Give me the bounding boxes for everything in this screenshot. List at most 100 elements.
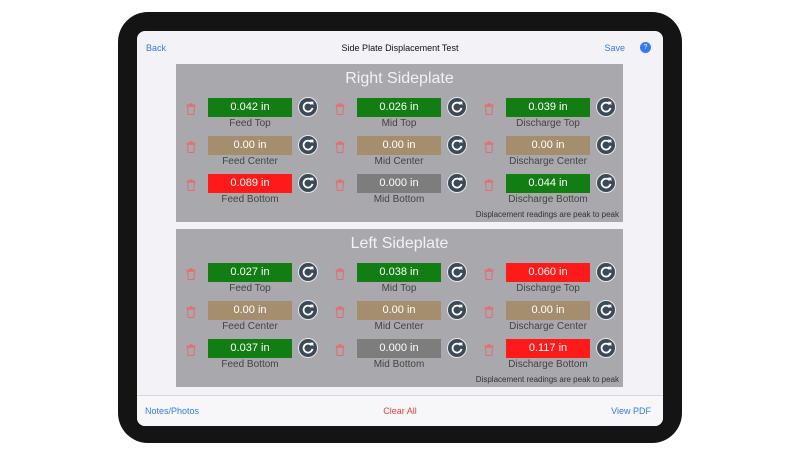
trash-icon[interactable] (335, 306, 345, 318)
reading-label: Discharge Center (509, 321, 587, 332)
refresh-icon[interactable] (447, 262, 467, 282)
trash-icon[interactable] (484, 306, 494, 318)
reading-value[interactable]: 0.089 in (208, 174, 292, 193)
reading-cell-right-feed-top: 0.042 in Feed Top (186, 97, 326, 134)
peak-note: Displacement readings are peak to peak (475, 375, 619, 384)
trash-icon[interactable] (186, 103, 196, 115)
reading-value[interactable]: 0.039 in (506, 98, 590, 117)
trash-icon[interactable] (484, 268, 494, 280)
page-title: Side Plate Displacement Test (341, 43, 459, 53)
right-sideplate-panel: Right Sideplate 0.042 in Feed Top 0.026 … (176, 64, 623, 222)
refresh-icon[interactable] (447, 300, 467, 320)
trash-icon[interactable] (335, 268, 345, 280)
navigation-bar: Back Side Plate Displacement Test Save ? (137, 31, 663, 65)
reading-cell-left-discharge-top: 0.060 in Discharge Top (484, 262, 624, 299)
trash-icon[interactable] (186, 268, 196, 280)
reading-value[interactable]: 0.00 in (357, 301, 441, 320)
trash-icon[interactable] (484, 179, 494, 191)
trash-icon[interactable] (335, 179, 345, 191)
right-sideplate-title: Right Sideplate (345, 70, 454, 87)
refresh-icon[interactable] (447, 97, 467, 117)
reading-label: Mid Top (381, 283, 417, 294)
trash-icon[interactable] (335, 103, 345, 115)
trash-icon[interactable] (186, 179, 196, 191)
reading-label: Discharge Center (509, 156, 587, 167)
reading-value[interactable]: 0.00 in (506, 301, 590, 320)
refresh-icon[interactable] (447, 135, 467, 155)
reading-cell-left-discharge-bottom: 0.117 in Discharge Bottom (484, 338, 624, 375)
reading-cell-right-feed-center: 0.00 in Feed Center (186, 135, 326, 172)
left-sideplate-title: Left Sideplate (350, 235, 449, 252)
refresh-icon[interactable] (298, 173, 318, 193)
refresh-icon[interactable] (298, 135, 318, 155)
reading-label: Discharge Bottom (508, 194, 588, 205)
save-button[interactable]: Save (604, 43, 625, 53)
reading-label: Feed Bottom (221, 194, 279, 205)
refresh-icon[interactable] (298, 300, 318, 320)
reading-cell-right-feed-bottom: 0.089 in Feed Bottom (186, 173, 326, 210)
refresh-icon[interactable] (596, 300, 616, 320)
reading-label: Feed Center (222, 321, 278, 332)
reading-cell-left-feed-top: 0.027 in Feed Top (186, 262, 326, 299)
reading-label: Mid Top (381, 118, 417, 129)
trash-icon[interactable] (186, 306, 196, 318)
reading-cell-left-mid-top: 0.038 in Mid Top (335, 262, 475, 299)
reading-label: Feed Top (229, 283, 271, 294)
reading-value[interactable]: 0.00 in (208, 136, 292, 155)
bottom-toolbar: Notes/Photos Clear All View PDF (137, 395, 663, 426)
speaker-help-icon[interactable]: ? (640, 42, 651, 53)
refresh-icon[interactable] (447, 173, 467, 193)
trash-icon[interactable] (186, 344, 196, 356)
reading-label: Feed Center (222, 156, 278, 167)
refresh-icon[interactable] (596, 97, 616, 117)
reading-label: Feed Bottom (221, 359, 279, 370)
reading-label: Feed Top (229, 118, 271, 129)
reading-value[interactable]: 0.038 in (357, 263, 441, 282)
reading-cell-right-mid-center: 0.00 in Mid Center (335, 135, 475, 172)
reading-label: Mid Center (374, 321, 424, 332)
reading-label: Discharge Top (516, 118, 580, 129)
refresh-icon[interactable] (596, 338, 616, 358)
reading-cell-left-discharge-center: 0.00 in Discharge Center (484, 300, 624, 337)
refresh-icon[interactable] (596, 173, 616, 193)
reading-value[interactable]: 0.044 in (506, 174, 590, 193)
reading-value[interactable]: 0.037 in (208, 339, 292, 358)
refresh-icon[interactable] (298, 97, 318, 117)
refresh-icon[interactable] (298, 338, 318, 358)
trash-icon[interactable] (484, 103, 494, 115)
reading-value[interactable]: 0.000 in (357, 339, 441, 358)
refresh-icon[interactable] (298, 262, 318, 282)
reading-value[interactable]: 0.027 in (208, 263, 292, 282)
reading-cell-right-mid-bottom: 0.000 in Mid Bottom (335, 173, 475, 210)
reading-value[interactable]: 0.042 in (208, 98, 292, 117)
reading-cell-right-discharge-center: 0.00 in Discharge Center (484, 135, 624, 172)
trash-icon[interactable] (484, 344, 494, 356)
peak-note: Displacement readings are peak to peak (475, 210, 619, 219)
trash-icon[interactable] (335, 344, 345, 356)
reading-value[interactable]: 0.00 in (208, 301, 292, 320)
reading-cell-right-discharge-top: 0.039 in Discharge Top (484, 97, 624, 134)
clear-all-button[interactable]: Clear All (137, 406, 663, 416)
refresh-icon[interactable] (447, 338, 467, 358)
app-screen: Back Side Plate Displacement Test Save ?… (137, 31, 663, 426)
reading-value[interactable]: 0.00 in (357, 136, 441, 155)
reading-value[interactable]: 0.117 in (506, 339, 590, 358)
reading-cell-left-mid-bottom: 0.000 in Mid Bottom (335, 338, 475, 375)
refresh-icon[interactable] (596, 262, 616, 282)
reading-label: Mid Center (374, 156, 424, 167)
refresh-icon[interactable] (596, 135, 616, 155)
reading-value[interactable]: 0.060 in (506, 263, 590, 282)
trash-icon[interactable] (335, 141, 345, 153)
trash-icon[interactable] (484, 141, 494, 153)
reading-label: Discharge Top (516, 283, 580, 294)
reading-value[interactable]: 0.000 in (357, 174, 441, 193)
reading-cell-right-mid-top: 0.026 in Mid Top (335, 97, 475, 134)
view-pdf-button[interactable]: View PDF (611, 406, 651, 416)
reading-value[interactable]: 0.026 in (357, 98, 441, 117)
left-sideplate-panel: Left Sideplate 0.027 in Feed Top 0.038 i… (176, 229, 623, 387)
trash-icon[interactable] (186, 141, 196, 153)
reading-label: Mid Bottom (373, 359, 425, 370)
reading-label: Mid Bottom (373, 194, 425, 205)
reading-cell-left-feed-bottom: 0.037 in Feed Bottom (186, 338, 326, 375)
reading-value[interactable]: 0.00 in (506, 136, 590, 155)
